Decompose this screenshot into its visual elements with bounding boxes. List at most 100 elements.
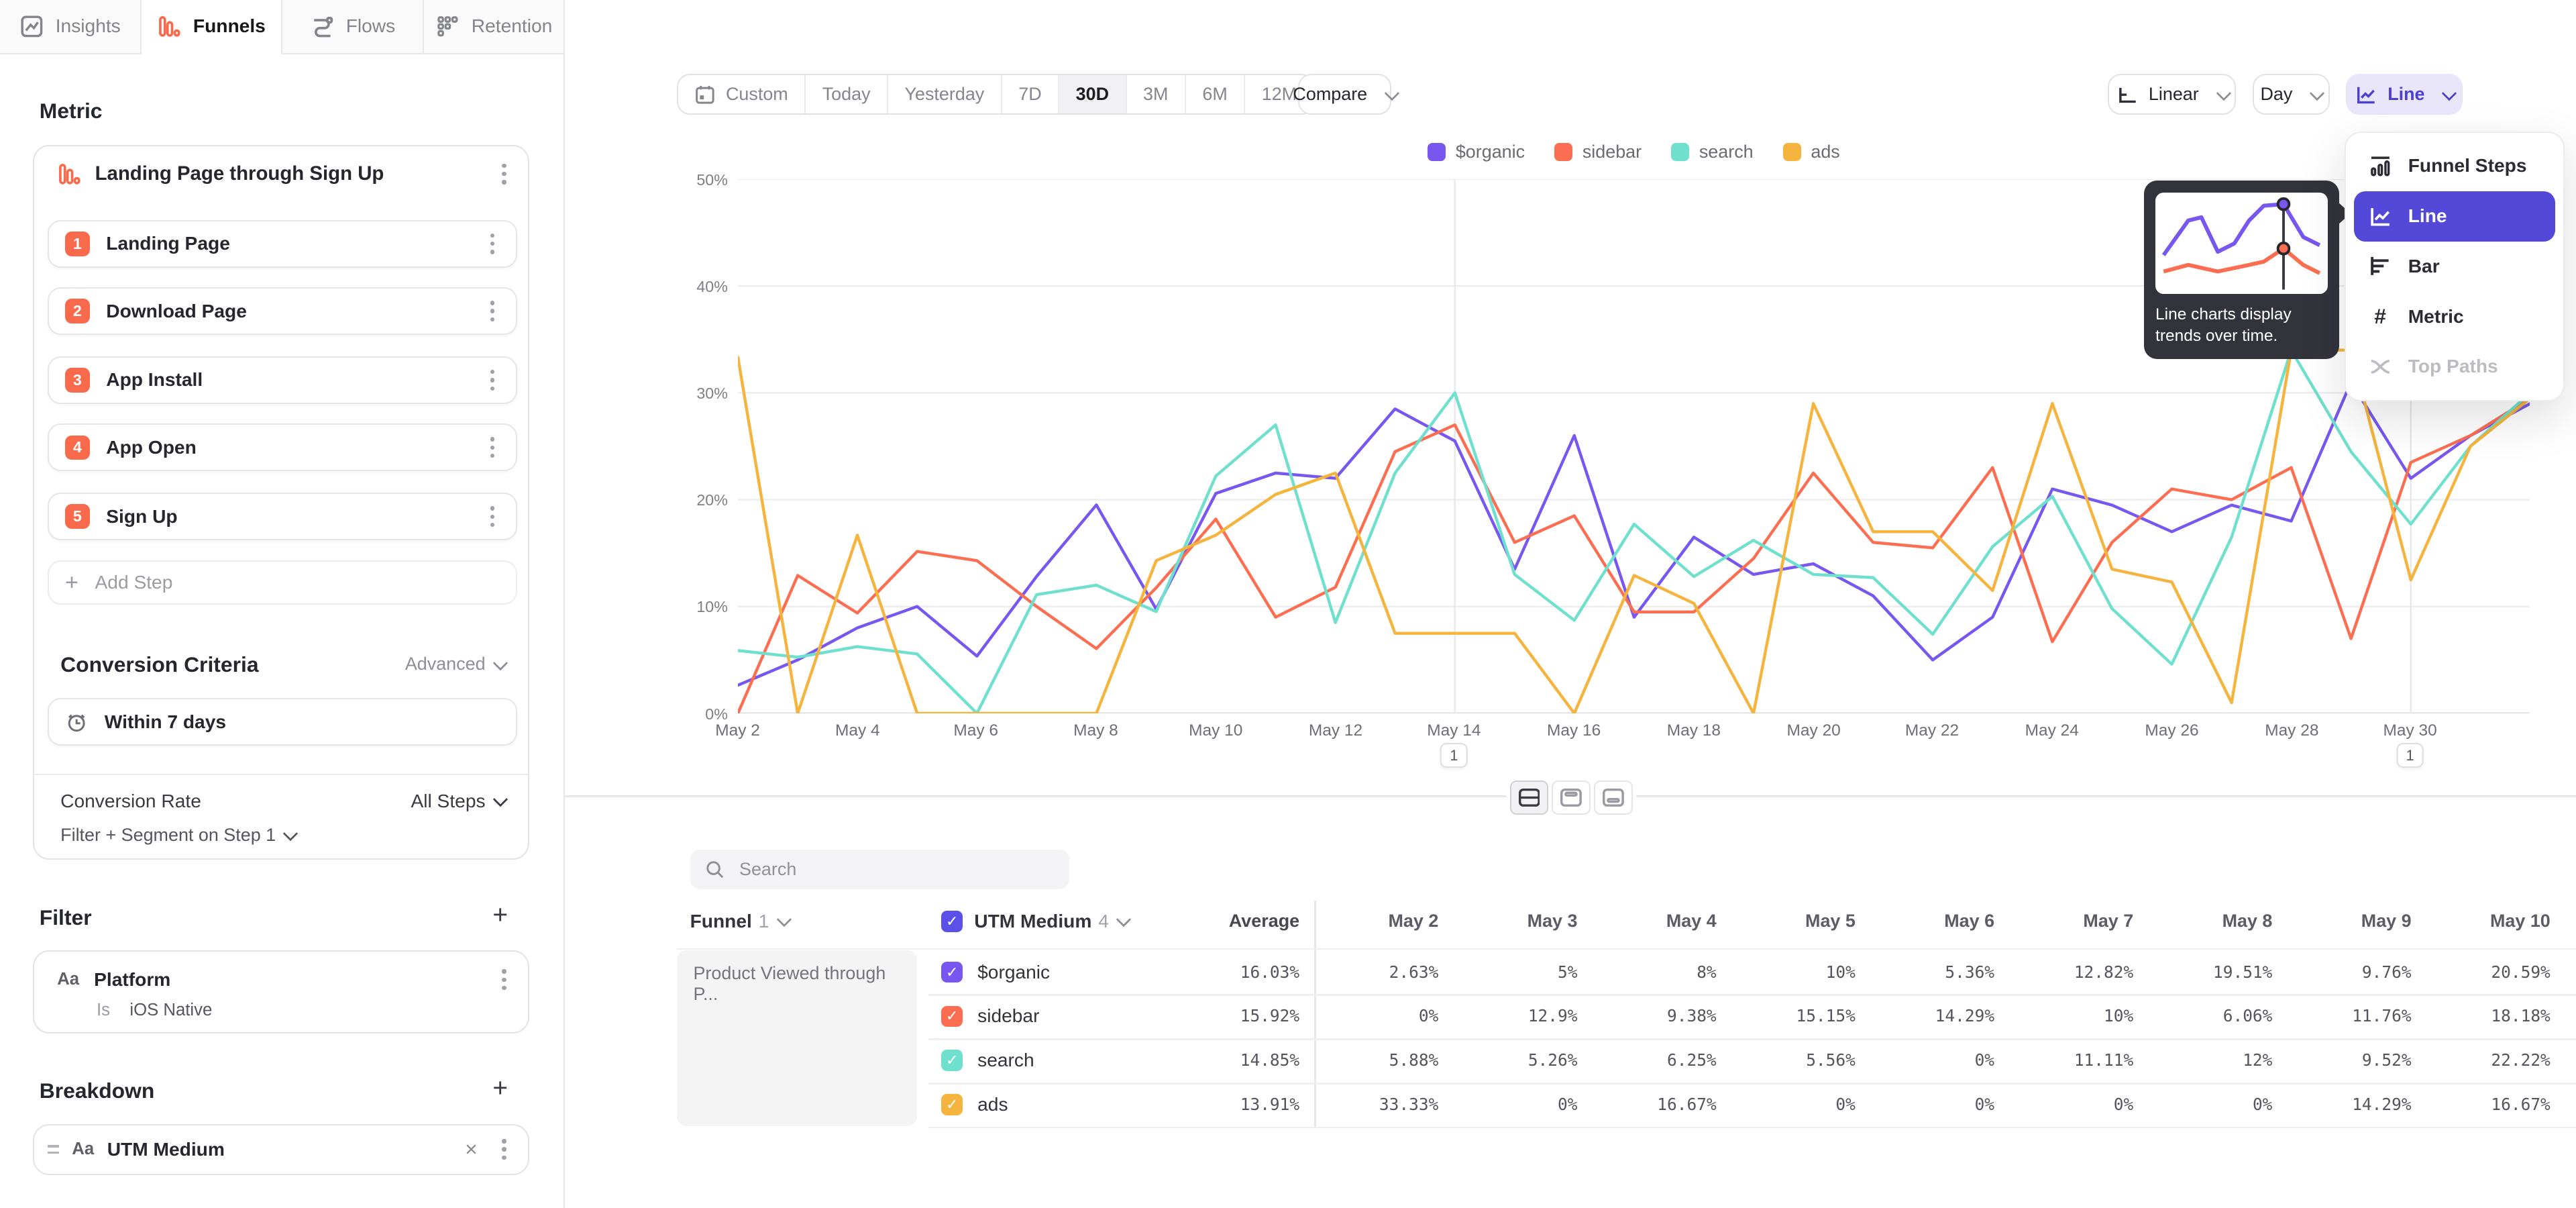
menu-item-metric[interactable]: #Metric [2354, 291, 2555, 342]
breakdown-card[interactable]: Aa UTM Medium × [33, 1124, 529, 1175]
menu-item-funnel-steps[interactable]: Funnel Steps [2354, 141, 2555, 191]
chart-type-dropdown[interactable]: Line [2346, 74, 2463, 115]
table-row-search[interactable]: ✓search [941, 1038, 1034, 1083]
step-kebab-icon[interactable] [485, 432, 499, 463]
table-row-sidebar[interactable]: ✓sidebar [941, 994, 1039, 1038]
add-step-button[interactable]: + Add Step [48, 560, 517, 605]
scale-dropdown[interactable]: Linear [2108, 74, 2236, 115]
table-cell: 0% [1994, 1083, 2133, 1127]
filter-segment-dropdown[interactable]: Filter + Segment on Step 1 [60, 825, 295, 846]
day-column-header[interactable]: May 5 [1717, 901, 1856, 942]
x-tick-label: May 18 [1644, 721, 1743, 740]
bar-chart-icon [2367, 254, 2394, 279]
range-custom[interactable]: Custom [678, 75, 806, 113]
select-all-checkbox[interactable]: ✓ [941, 911, 963, 932]
table-cell: 12.9% [1438, 994, 1577, 1038]
legend-item-sidebar[interactable]: sidebar [1554, 142, 1642, 162]
table-row-ads[interactable]: ✓ads [941, 1083, 1008, 1127]
x-tick-label: May 16 [1525, 721, 1623, 740]
average-value: 15.92% [1160, 994, 1299, 1038]
filter-operator[interactable]: Is [97, 1001, 110, 1020]
range-7d[interactable]: 7D [1002, 75, 1059, 113]
day-column-header[interactable]: May 4 [1578, 901, 1717, 942]
row-checkbox[interactable]: ✓ [941, 962, 963, 983]
tab-insights[interactable]: Insights [0, 0, 142, 53]
average-column-header[interactable]: Average [1160, 901, 1299, 942]
metric-icon: # [2367, 304, 2394, 329]
breakdown-column-header[interactable]: ✓ UTM Medium 4 [941, 901, 1128, 942]
funnel-step-download-page[interactable]: 2Download Page [48, 287, 517, 335]
row-checkbox[interactable]: ✓ [941, 1094, 963, 1115]
funnel-step-app-install[interactable]: 3App Install [48, 356, 517, 404]
tab-flows[interactable]: Flows [282, 0, 424, 53]
table-row-organic[interactable]: ✓$organic [941, 950, 1050, 995]
breakdown-kebab-icon[interactable] [497, 1134, 511, 1165]
funnel-step-sign-up[interactable]: 5Sign Up [48, 493, 517, 540]
day-column-header[interactable]: May 3 [1438, 901, 1577, 942]
x-tick-label: May 10 [1167, 721, 1265, 740]
conversion-window-button[interactable]: Within 7 days [48, 698, 517, 746]
annotation-badge[interactable]: 1 [2396, 743, 2424, 768]
conversion-rate-dropdown[interactable]: All Steps [411, 791, 504, 812]
tab-retention[interactable]: Retention [424, 0, 566, 53]
filter-kebab-icon[interactable] [497, 964, 511, 995]
line-chart-tooltip: Line charts display trends over time. [2144, 181, 2339, 358]
filter-card[interactable]: Aa Platform Is iOS Native [33, 950, 529, 1034]
funnel-metric-icon [57, 162, 82, 187]
legend-item-ads[interactable]: ads [1783, 142, 1840, 162]
step-kebab-icon[interactable] [485, 365, 499, 396]
range-yesterday[interactable]: Yesterday [888, 75, 1002, 113]
table-group-cell[interactable]: Product Viewed through P... [677, 950, 917, 1126]
tab-funnels[interactable]: Funnels [142, 0, 283, 53]
step-kebab-icon[interactable] [485, 501, 499, 532]
day-column-header[interactable]: May 9 [2272, 901, 2411, 942]
day-column-header[interactable]: May 6 [1856, 901, 1994, 942]
add-breakdown-button[interactable]: + [492, 1075, 508, 1101]
table-cell: 9.38% [1578, 994, 1717, 1038]
day-column-header[interactable]: May 10 [2412, 901, 2551, 942]
row-checkbox[interactable]: ✓ [941, 1006, 963, 1027]
table-cell: 9.76% [2272, 950, 2411, 995]
split-horizontal-toggle[interactable] [1510, 781, 1549, 815]
range-today[interactable]: Today [806, 75, 888, 113]
table-cell: 2.63% [1299, 950, 1438, 995]
drag-handle-icon[interactable] [48, 1145, 59, 1154]
day-column-header[interactable]: May 8 [2133, 901, 2272, 942]
menu-item-bar[interactable]: Bar [2354, 242, 2555, 292]
line-chart-icon [2367, 204, 2394, 229]
annotation-badge[interactable]: 1 [1440, 743, 1468, 768]
remove-breakdown-icon[interactable]: × [458, 1137, 484, 1162]
range-3m[interactable]: 3M [1127, 75, 1186, 113]
advanced-dropdown[interactable]: Advanced [405, 654, 504, 674]
chevron-down-icon [2442, 85, 2457, 101]
table-cell: 5.26% [1438, 1038, 1577, 1083]
compare-button[interactable]: Compare [1298, 74, 1392, 115]
funnel-step-app-open[interactable]: 4App Open [48, 423, 517, 471]
y-tick-label: 10% [665, 598, 728, 616]
chevron-down-icon [2216, 85, 2231, 101]
chevron-down-icon [1384, 85, 1399, 101]
menu-item-line[interactable]: Line [2354, 191, 2555, 242]
step-kebab-icon[interactable] [485, 228, 499, 259]
add-filter-button[interactable]: + [492, 902, 508, 928]
range-6m[interactable]: 6M [1186, 75, 1245, 113]
granularity-dropdown[interactable]: Day [2253, 74, 2330, 115]
funnel-step-landing-page[interactable]: 1Landing Page [48, 220, 517, 268]
range-30d[interactable]: 30D [1059, 75, 1126, 113]
legend-item-organic[interactable]: $organic [1428, 142, 1525, 162]
legend-item-search[interactable]: search [1671, 142, 1753, 162]
row-checkbox[interactable]: ✓ [941, 1050, 963, 1071]
filter-value[interactable]: iOS Native [129, 1001, 212, 1020]
day-column-header[interactable]: May 2 [1299, 901, 1438, 942]
table-cell: 33.33% [1299, 1083, 1438, 1127]
funnel-column-header[interactable]: Funnel 1 [690, 901, 788, 942]
day-column-header[interactable]: May 7 [1994, 901, 2133, 942]
funnel-steps-icon [2367, 154, 2394, 179]
bottom-panel-toggle[interactable] [1594, 781, 1633, 815]
step-kebab-icon[interactable] [485, 296, 499, 327]
menu-item-top-paths: Top Paths [2354, 342, 2555, 392]
split-vertical-toggle[interactable] [1552, 781, 1591, 815]
metric-kebab-icon[interactable] [497, 158, 511, 189]
y-tick-label: 50% [665, 171, 728, 189]
search-input[interactable] [736, 858, 1055, 882]
